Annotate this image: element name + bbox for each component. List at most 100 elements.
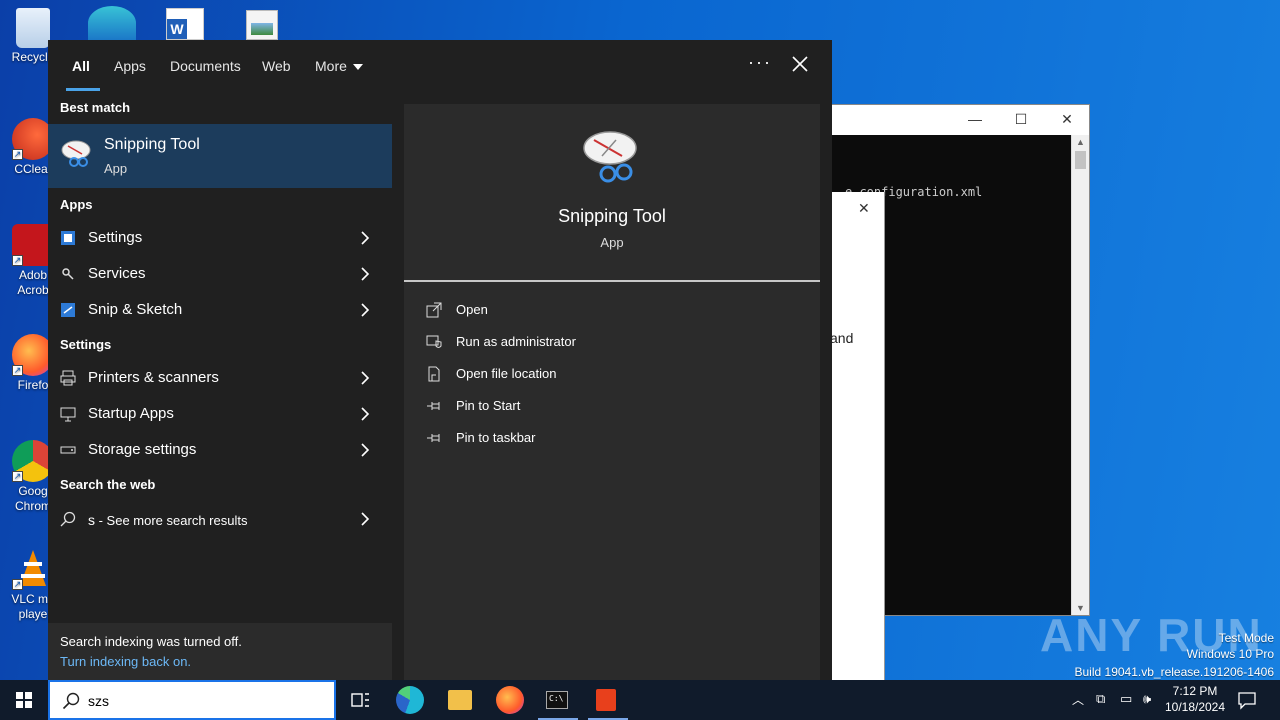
indexing-message: Search indexing was turned off. <box>60 634 242 649</box>
best-match-subtitle: App <box>104 161 128 176</box>
storage-icon <box>60 446 76 454</box>
pin-icon <box>427 402 440 410</box>
terminal-scrollbar[interactable]: ▲ ▼ <box>1071 135 1089 615</box>
task-view-icon[interactable] <box>346 686 374 714</box>
services-icon <box>62 268 74 280</box>
cmd-taskbar-icon[interactable]: C:\ <box>546 691 568 709</box>
result-label: Services <box>88 265 146 282</box>
result-services[interactable]: Services <box>48 256 392 292</box>
best-match-title: Snipping Tool <box>104 136 200 153</box>
office-taskbar-icon[interactable] <box>596 689 616 711</box>
result-snip-sketch[interactable]: Snip & Sketch <box>48 292 392 328</box>
open-icon <box>426 302 442 318</box>
chevron-right-icon <box>361 512 370 526</box>
action-pin-to-start[interactable]: Pin to Start <box>426 394 786 418</box>
chevron-down-icon <box>352 64 363 71</box>
result-web-search[interactable]: s - See more search results <box>48 501 392 537</box>
scroll-up-icon[interactable]: ▲ <box>1076 137 1085 147</box>
terminal-titlebar: — ☐ ✕ <box>831 105 1089 135</box>
edge-taskbar-icon[interactable] <box>396 686 424 714</box>
active-tab-indicator <box>66 88 100 91</box>
detail-divider <box>404 280 820 282</box>
network-tray-icon[interactable]: ⧉ <box>1096 691 1105 707</box>
shortcut-arrow-icon: ↗ <box>12 471 23 482</box>
action-label: Pin to Start <box>456 398 521 413</box>
action-open[interactable]: Open <box>426 298 786 322</box>
result-label: Storage settings <box>88 441 197 458</box>
tab-all[interactable]: All <box>72 58 90 74</box>
shield-icon <box>426 335 442 348</box>
shortcut-arrow-icon: ↗ <box>12 579 23 590</box>
action-open-file-location[interactable]: Open file location <box>426 362 786 386</box>
chevron-right-icon <box>361 407 370 421</box>
tab-documents[interactable]: Documents <box>170 58 241 74</box>
section-apps: Apps <box>60 197 93 212</box>
firefox-taskbar-icon[interactable] <box>496 686 524 714</box>
scroll-thumb[interactable] <box>1075 151 1086 169</box>
windows-start-button[interactable] <box>0 680 48 720</box>
detail-pane: Snipping Tool App Open Run as administra… <box>404 104 820 680</box>
chevron-right-icon <box>361 303 370 317</box>
close-icon[interactable] <box>790 54 810 74</box>
desktop-icon-image-file[interactable] <box>246 10 278 40</box>
action-label: Run as administrator <box>456 334 576 349</box>
clock-date: 10/18/2024 <box>1164 700 1226 714</box>
search-input[interactable] <box>88 691 318 711</box>
more-options-button[interactable]: ··· <box>748 52 772 73</box>
system-clock[interactable]: 7:12 PM 10/18/2024 <box>1156 683 1234 715</box>
result-storage-settings[interactable]: Storage settings <box>48 432 392 468</box>
volume-icon[interactable]: 🕪 <box>1143 691 1151 707</box>
web-query: s <box>88 512 95 528</box>
chevron-right-icon <box>361 267 370 281</box>
action-label: Open file location <box>456 366 557 381</box>
maximize-icon[interactable]: ☐ <box>1011 111 1031 128</box>
search-icon <box>62 692 80 710</box>
tab-web[interactable]: Web <box>262 58 291 74</box>
taskbar-search-box[interactable] <box>48 680 336 720</box>
chevron-right-icon <box>361 443 370 457</box>
dialog-window[interactable]: ✕ and <box>830 192 885 682</box>
chevron-right-icon <box>361 231 370 245</box>
best-match-item[interactable]: Snipping Tool App <box>48 124 392 188</box>
minimize-icon[interactable]: — <box>965 111 985 127</box>
detail-subtitle: App <box>600 235 624 250</box>
turn-indexing-on-link[interactable]: Turn indexing back on. <box>60 654 191 669</box>
pin-icon <box>427 434 440 442</box>
watermark-build: Build 19041.vb_release.191206-1406 <box>1074 665 1275 679</box>
chevron-right-icon <box>361 371 370 385</box>
search-tabs: All Apps Documents Web More ··· <box>48 40 832 92</box>
section-best-match: Best match <box>60 100 131 115</box>
web-result-text: s - See more search results <box>88 512 247 528</box>
result-printers-scanners[interactable]: Printers & scanners <box>48 360 392 396</box>
dialog-text: and <box>830 330 854 346</box>
desktop-icon-word-doc[interactable]: W <box>166 8 204 40</box>
close-icon[interactable]: ✕ <box>858 200 870 217</box>
ethernet-icon[interactable]: ▭ <box>1120 691 1132 707</box>
desktop-icon-edge[interactable] <box>88 6 136 40</box>
result-label: Settings <box>88 229 143 246</box>
printer-icon <box>60 370 76 386</box>
action-label: Pin to taskbar <box>456 430 536 445</box>
file-location-icon <box>428 366 440 382</box>
action-pin-to-taskbar[interactable]: Pin to taskbar <box>426 426 786 450</box>
result-label: Startup Apps <box>88 405 174 422</box>
action-run-as-admin[interactable]: Run as administrator <box>426 330 786 354</box>
show-hidden-icons-chevron-icon[interactable]: ︿ <box>1072 691 1084 708</box>
recycle-bin-icon <box>16 8 50 48</box>
action-label: Open <box>456 302 488 317</box>
section-settings: Settings <box>60 337 112 352</box>
word-icon: W <box>167 19 187 39</box>
result-label: Printers & scanners <box>88 369 219 386</box>
section-search-web: Search the web <box>60 477 156 492</box>
action-center-icon[interactable] <box>1236 689 1258 711</box>
web-result-suffix: - See more search results <box>95 513 248 528</box>
tab-apps[interactable]: Apps <box>114 58 146 74</box>
result-settings[interactable]: Settings <box>48 220 392 256</box>
close-icon[interactable]: ✕ <box>1057 111 1077 128</box>
image-icon <box>251 23 273 35</box>
shortcut-arrow-icon: ↗ <box>12 365 23 376</box>
tab-more[interactable]: More <box>315 58 363 74</box>
file-explorer-icon[interactable] <box>448 690 472 710</box>
result-startup-apps[interactable]: Startup Apps <box>48 396 392 432</box>
startup-icon <box>60 407 76 422</box>
